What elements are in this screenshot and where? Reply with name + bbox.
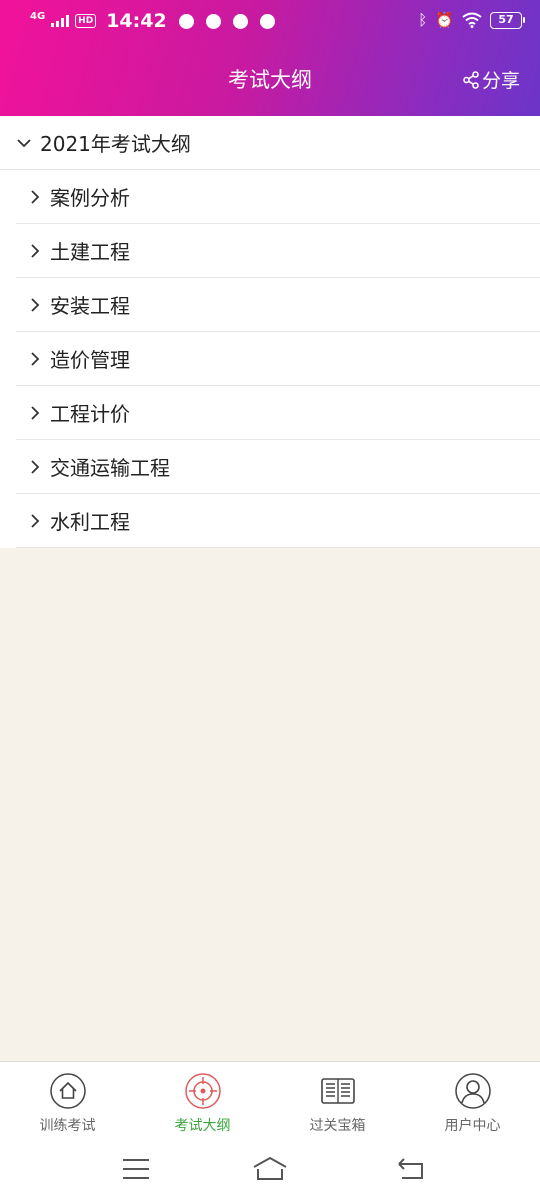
bottom-tab-bar: 训练考试 考试大纲 过关宝箱 用户中心 xyxy=(0,1061,540,1139)
outline-item-label: 水利工程 xyxy=(50,510,130,534)
bluetooth-icon: ᛒ xyxy=(418,11,428,29)
system-nav-bar xyxy=(0,1139,540,1200)
home-icon xyxy=(49,1073,86,1109)
outline-item[interactable]: 交通运输工程 xyxy=(16,440,540,494)
outline-item-label: 土建工程 xyxy=(50,240,130,264)
app-header: 4G HD 14:42 ᛒ ⏰ 57 考试大纲 分享 xyxy=(0,0,540,116)
share-icon xyxy=(463,70,479,89)
page-title: 考试大纲 xyxy=(228,68,312,92)
share-label: 分享 xyxy=(481,70,520,92)
tab-label: 考试大纲 xyxy=(174,1118,231,1134)
outline-item-label: 案例分析 xyxy=(50,186,130,210)
signal-icon xyxy=(51,15,70,27)
outline-item-label: 交通运输工程 xyxy=(50,456,170,480)
target-icon xyxy=(184,1073,221,1109)
alarm-icon: ⏰ xyxy=(435,11,454,29)
share-button[interactable]: 分享 xyxy=(463,66,520,93)
outline-item[interactable]: 造价管理 xyxy=(16,332,540,386)
network-type: 4G xyxy=(30,11,46,22)
chevron-right-icon xyxy=(31,351,40,366)
tab-label: 训练考试 xyxy=(39,1118,96,1134)
back-icon[interactable] xyxy=(396,1156,426,1180)
chevron-down-icon xyxy=(17,138,31,147)
chevron-right-icon xyxy=(31,405,40,420)
newspaper-icon xyxy=(320,1078,355,1104)
outline-item-label: 安装工程 xyxy=(50,294,130,318)
outline-item[interactable]: 案例分析 xyxy=(16,170,540,224)
chat-icon xyxy=(232,13,248,29)
clock: 14:42 xyxy=(106,10,167,32)
tab-pass-treasure[interactable]: 过关宝箱 xyxy=(270,1062,405,1139)
chevron-right-icon xyxy=(31,297,40,312)
home-nav-icon[interactable] xyxy=(252,1155,288,1181)
user-icon xyxy=(454,1073,491,1109)
outline-item[interactable]: 土建工程 xyxy=(16,224,540,278)
chevron-right-icon xyxy=(31,513,40,528)
tab-label: 过关宝箱 xyxy=(309,1118,366,1134)
chevron-right-icon xyxy=(31,243,40,258)
tab-label: 用户中心 xyxy=(444,1118,501,1134)
battery-indicator: 57 xyxy=(490,11,525,29)
chevron-right-icon xyxy=(31,459,40,474)
tab-exam-outline[interactable]: 考试大纲 xyxy=(135,1062,270,1139)
tab-training-exam[interactable]: 训练考试 xyxy=(0,1062,135,1139)
outline-item[interactable]: 水利工程 xyxy=(16,494,540,548)
menu-icon[interactable] xyxy=(122,1158,150,1180)
outline-root-item[interactable]: 2021年考试大纲 xyxy=(0,116,540,170)
chevron-right-icon xyxy=(31,189,40,204)
status-bar: 4G HD 14:42 ᛒ ⏰ 57 xyxy=(0,0,540,42)
outline-item[interactable]: 工程计价 xyxy=(16,386,540,440)
notification-icon xyxy=(205,13,221,29)
notification-icon xyxy=(178,13,194,29)
notification-icon xyxy=(259,13,275,29)
outline-item[interactable]: 安装工程 xyxy=(16,278,540,332)
tab-user-center[interactable]: 用户中心 xyxy=(405,1062,540,1139)
outline-item-label: 造价管理 xyxy=(50,348,130,372)
wifi-icon xyxy=(462,12,482,28)
outline-tree: 2021年考试大纲 案例分析 土建工程 安装工程 造价管理 工程计价 交通运输工… xyxy=(0,116,540,548)
outline-item-label: 工程计价 xyxy=(50,402,130,426)
outline-root-label: 2021年考试大纲 xyxy=(40,132,191,156)
hd-badge: HD xyxy=(75,14,97,28)
